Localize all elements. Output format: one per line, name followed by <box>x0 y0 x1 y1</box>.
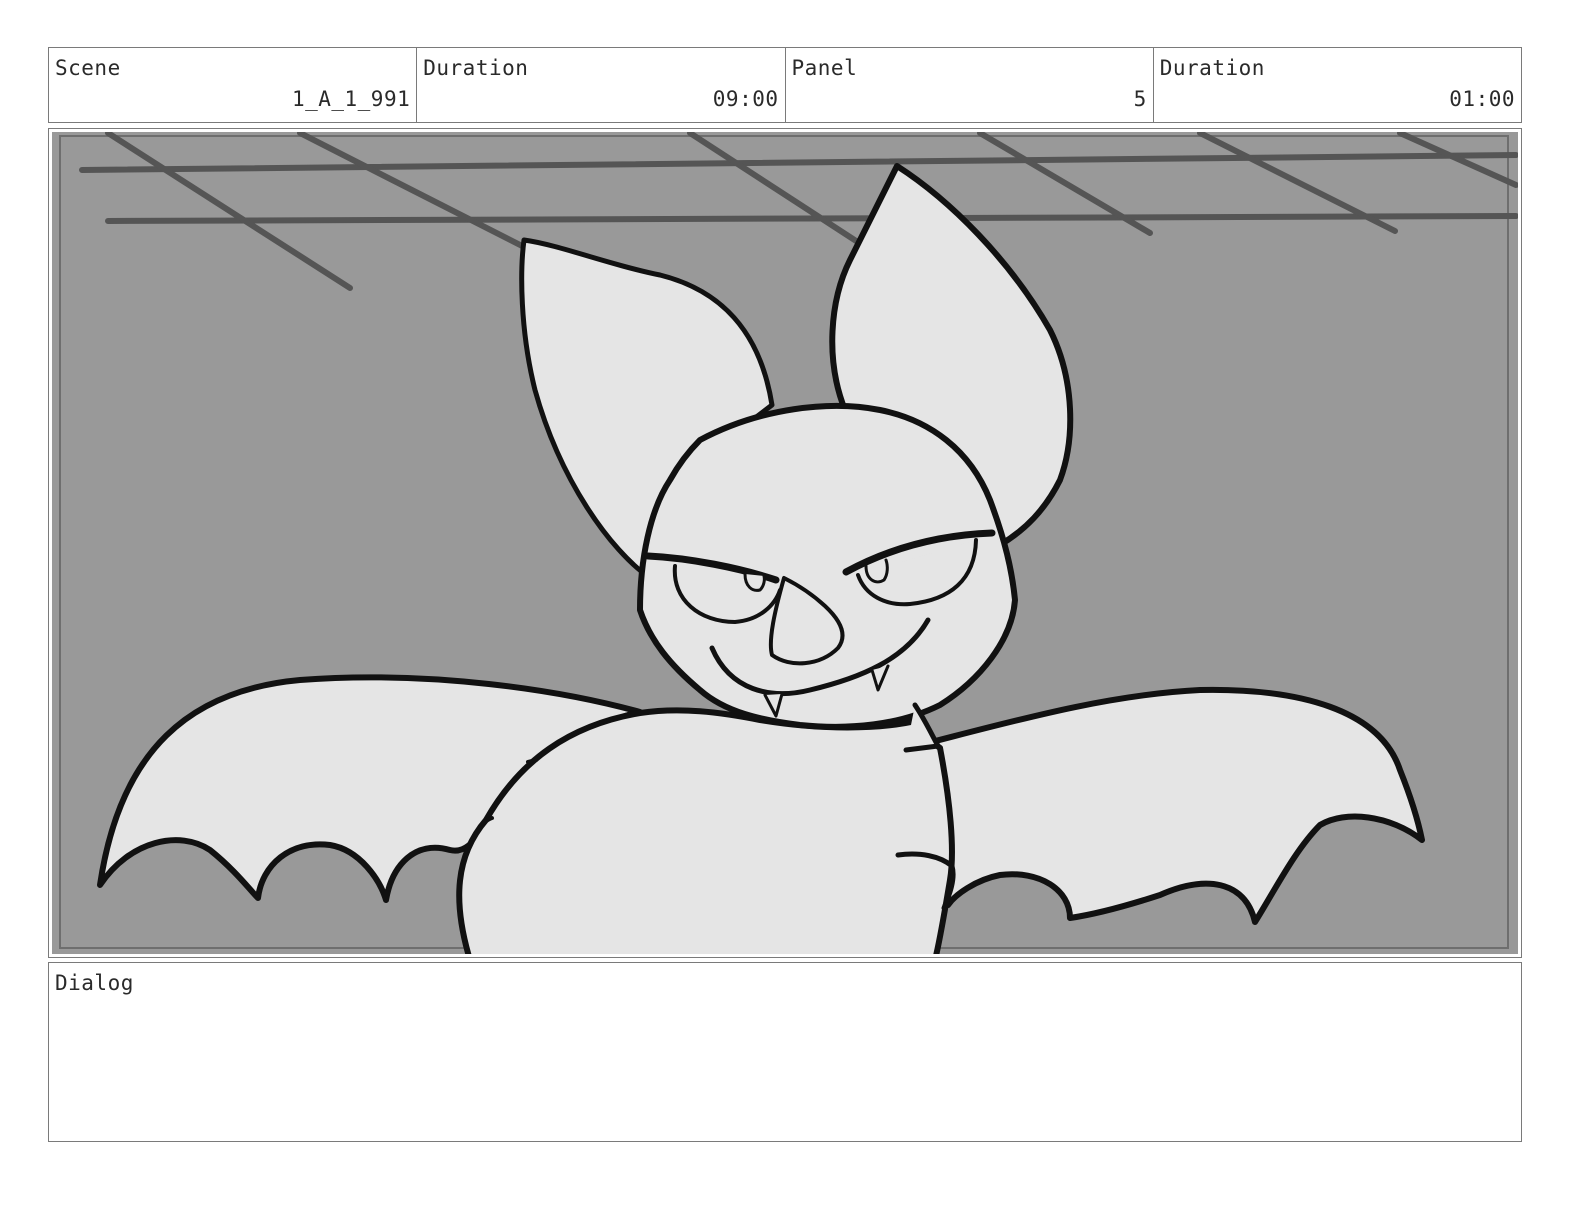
scene-duration-label: Duration <box>423 56 529 80</box>
scene-duration-value: 09:00 <box>712 87 779 111</box>
panel-duration-cell: Duration 01:00 <box>1154 48 1521 122</box>
panel-value: 5 <box>1133 87 1147 111</box>
scene-duration-cell: Duration 09:00 <box>417 48 786 122</box>
panel-drawing <box>52 132 1518 954</box>
dialog-box: Dialog <box>48 962 1522 1142</box>
panel-cell: Panel 5 <box>786 48 1154 122</box>
scene-value: 1_A_1_991 <box>291 87 411 111</box>
panel-label: Panel <box>791 56 858 80</box>
storyboard-header: Scene 1_A_1_991 Duration 09:00 Panel 5 D… <box>48 47 1522 123</box>
panel-duration-value: 01:00 <box>1449 87 1515 111</box>
scene-label: Scene <box>55 56 121 80</box>
scene-cell: Scene 1_A_1_991 <box>49 48 418 122</box>
dialog-label: Dialog <box>55 971 134 995</box>
panel-duration-label: Duration <box>1159 56 1265 80</box>
